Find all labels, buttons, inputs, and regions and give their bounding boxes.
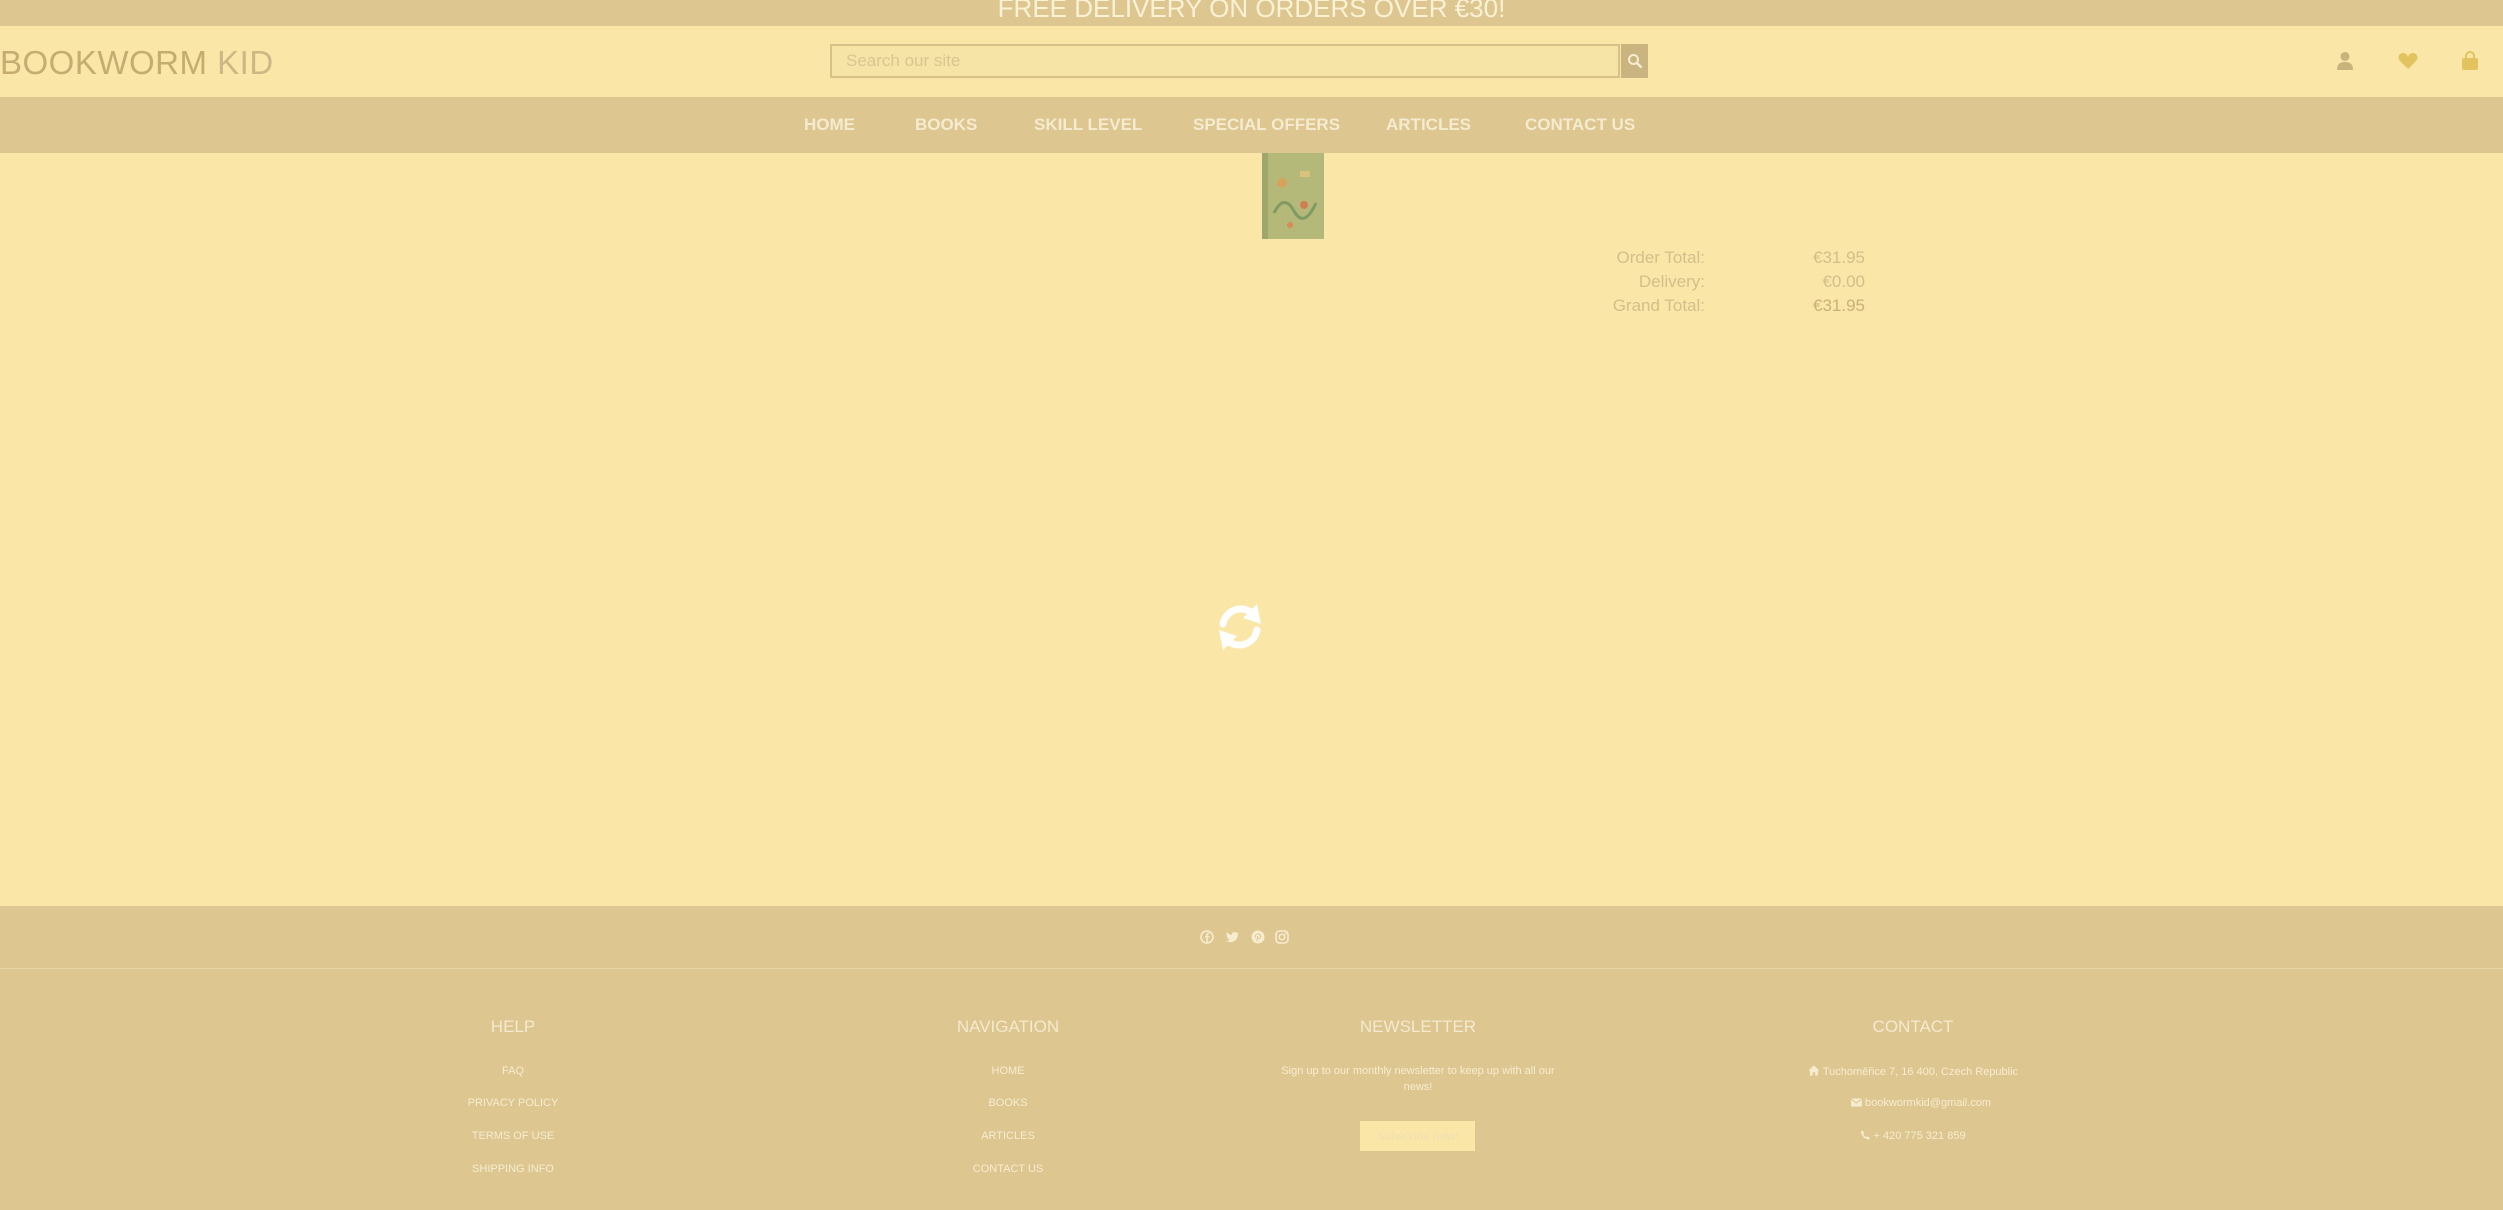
loading-spinner [1215, 598, 1265, 656]
footer-link-shipping-info[interactable]: SHIPPING INFO [472, 1163, 554, 1175]
account-button[interactable] [2333, 49, 2357, 73]
footer-link-contact-us[interactable]: CONTACT US [973, 1163, 1044, 1175]
promo-banner: FREE DELIVERY ON ORDERS OVER €30! [0, 0, 2503, 26]
contact-email[interactable]: bookwormkid@gmail.com [1850, 1097, 1992, 1109]
footer-link-books[interactable]: BOOKS [988, 1097, 1027, 1109]
order-summary-labels: Order Total: Delivery: Grand Total: [1560, 248, 1705, 323]
nav-item-special-offers[interactable]: SPECIAL OFFERS [1193, 97, 1340, 153]
subscribe-button[interactable]: Subscribe now! [1360, 1121, 1475, 1151]
refresh-icon [1219, 604, 1261, 650]
contact-address-text: Tuchoměřice 7, 16 400, Czech Republic [1822, 1066, 2019, 1078]
footer-help-title: HELP [490, 1017, 536, 1036]
search-button[interactable] [1621, 44, 1648, 78]
site-logo[interactable]: BOOKWORM KID [0, 44, 274, 82]
user-icon [2337, 52, 2353, 70]
order-summary-values: €31.95 €0.00 €31.95 [1740, 248, 1865, 323]
pinterest-icon[interactable] [1251, 930, 1265, 944]
book-cover-thumbnail[interactable] [1260, 153, 1326, 241]
logo-suffix: KID [217, 44, 274, 81]
nav-item-articles[interactable]: ARTICLES [1386, 97, 1471, 153]
order-total-label: Order Total: [1616, 248, 1705, 267]
search-icon [1627, 54, 1642, 69]
logo-brand: BOOKWORM [0, 44, 208, 81]
footer-contact-title: CONTACT [1872, 1017, 1954, 1036]
delivery-label: Delivery: [1638, 272, 1705, 291]
nav-item-skill-level[interactable]: SKILL LEVEL [1034, 97, 1142, 153]
footer-link-terms-of-use[interactable]: TERMS OF USE [472, 1130, 555, 1142]
footer-link-faq[interactable]: FAQ [502, 1065, 524, 1077]
contact-phone[interactable]: + 420 775 321 859 [1860, 1130, 1966, 1142]
shopping-bag-icon [2462, 51, 2478, 70]
search-input[interactable] [832, 46, 1620, 76]
envelope-icon [1850, 1098, 1863, 1107]
contact-phone-text: + 420 775 321 859 [1873, 1130, 1966, 1142]
newsletter-description: Sign up to our monthly newsletter to kee… [1281, 1065, 1555, 1093]
home-icon [1808, 1065, 1820, 1076]
footer-link-privacy-policy[interactable]: PRIVACY POLICY [468, 1097, 559, 1109]
book-cover-image [1262, 153, 1324, 239]
site-footer: HELP FAQ PRIVACY POLICY TERMS OF USE SHI… [0, 969, 2503, 1210]
footer-link-articles[interactable]: ARTICLES [981, 1130, 1035, 1142]
phone-icon [1860, 1130, 1870, 1140]
grand-total-label: Grand Total: [1612, 296, 1705, 315]
delivery-value: €0.00 [1822, 272, 1865, 291]
footer-newsletter-title: NEWSLETTER [1359, 1017, 1477, 1036]
grand-total-value: €31.95 [1813, 296, 1865, 315]
main-nav: HOME BOOKS SKILL LEVEL SPECIAL OFFERS AR… [0, 97, 2503, 153]
order-total-value: €31.95 [1813, 248, 1865, 267]
heart-icon [2398, 53, 2418, 69]
twitter-icon[interactable] [1225, 930, 1239, 944]
wishlist-button[interactable] [2396, 49, 2420, 73]
site-header: BOOKWORM KID [0, 26, 2503, 97]
nav-item-books[interactable]: BOOKS [915, 97, 977, 153]
instagram-icon[interactable] [1275, 930, 1289, 944]
social-strip [0, 906, 2503, 969]
footer-navigation-title: NAVIGATION [956, 1017, 1060, 1036]
nav-item-contact-us[interactable]: CONTACT US [1525, 97, 1635, 153]
contact-email-text: bookwormkid@gmail.com [1864, 1097, 1992, 1109]
promo-text: FREE DELIVERY ON ORDERS OVER €30! [997, 0, 1506, 23]
footer-link-home[interactable]: HOME [992, 1065, 1025, 1077]
contact-address: Tuchoměřice 7, 16 400, Czech Republic [1808, 1065, 2018, 1078]
search-box [830, 44, 1620, 78]
facebook-icon[interactable] [1200, 930, 1214, 944]
nav-item-home[interactable]: HOME [804, 97, 855, 153]
cart-button[interactable] [2458, 49, 2482, 73]
